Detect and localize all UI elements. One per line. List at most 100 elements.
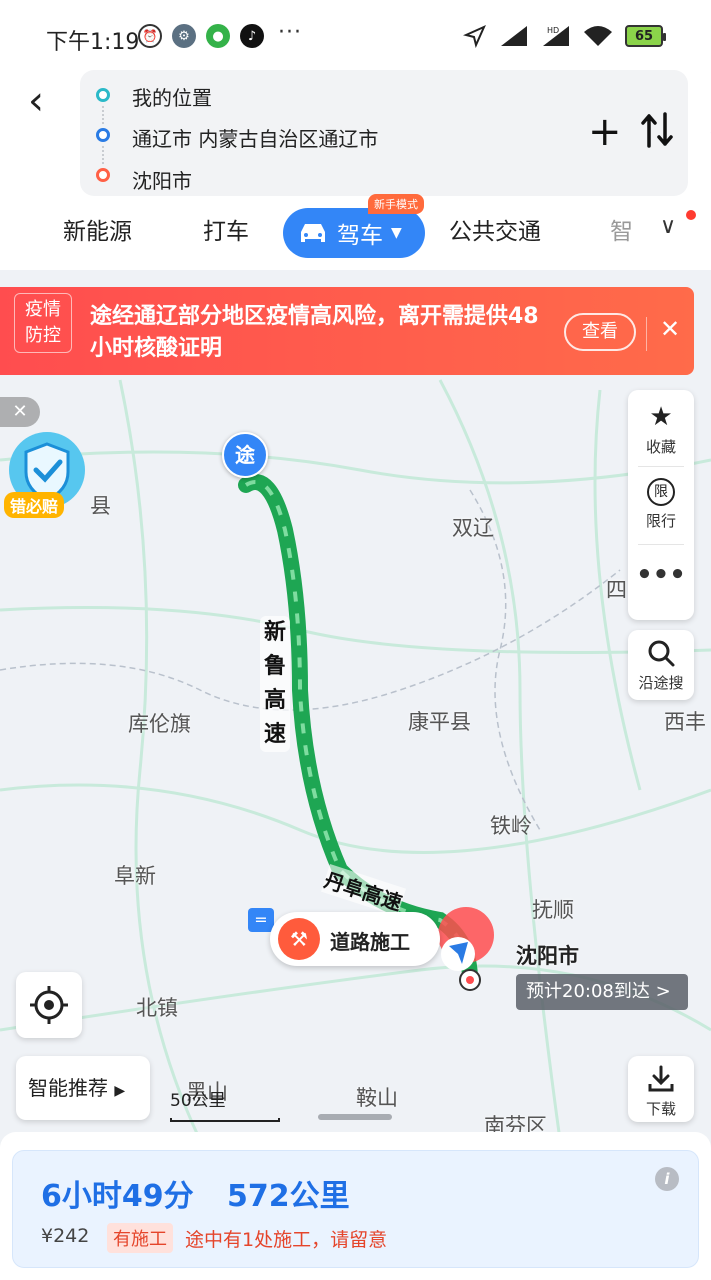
epidemic-tag-line: 疫情 (25, 299, 61, 320)
divider (638, 544, 684, 545)
car-icon (301, 224, 325, 242)
search-icon (648, 640, 675, 667)
close-icon[interactable]: ✕ (0, 397, 40, 427)
city-label: 铁岭 (490, 814, 532, 838)
transport-tabs: 新能源 打车 驾车 ▼ 新手模式 公共交通 智 ∨ (0, 194, 711, 262)
city-label: 西丰 (664, 710, 706, 734)
tab-new-energy[interactable]: 新能源 (63, 212, 132, 246)
status-time: 下午1:19 (46, 30, 140, 55)
destination-field[interactable]: 沈阳市 (132, 165, 192, 194)
info-icon[interactable]: i (655, 1167, 679, 1191)
city-label-destination: 沈阳市 (516, 944, 579, 968)
city-label: 双辽 (452, 516, 494, 540)
caret-right-icon: ▶ (114, 1083, 126, 1099)
toll-price: ¥242 (41, 1225, 90, 1247)
wifi-icon (584, 26, 612, 46)
route-header: ‹ 我的位置 通辽市 内蒙古自治区通辽市 沈阳市 + 新能源 打车 驾车 ▼ 新… (0, 60, 711, 270)
origin-dot-icon (96, 88, 110, 102)
close-icon[interactable]: ✕ (660, 315, 680, 343)
add-waypoint-button[interactable]: + (588, 112, 622, 152)
download-icon (648, 1065, 674, 1092)
guarantee-label: 错必赔 (4, 492, 65, 518)
city-label: 抚顺 (532, 898, 574, 922)
status-more-icon: ··· (278, 20, 302, 45)
origin-field[interactable]: 我的位置 (132, 82, 212, 111)
wechat-icon: ● (206, 24, 230, 48)
download-label: 下载 (645, 1100, 676, 1118)
city-label: 鞍山 (356, 1086, 398, 1110)
city-label: 库伦旗 (128, 712, 191, 736)
divider (638, 466, 684, 467)
crosshair-icon (30, 986, 68, 1024)
epidemic-tag-line: 防控 (25, 325, 61, 346)
waypoint-dot-icon (96, 128, 110, 142)
restriction-button[interactable]: 限 限行 (628, 478, 694, 531)
restriction-icon: 限 (647, 478, 675, 506)
tab-drive-label: 驾车 (337, 223, 383, 249)
epidemic-alert-banner: 疫情 防控 途经通辽部分地区疫情高风险，离开需提供48小时核酸证明 查看 ✕ (0, 287, 694, 375)
construction-warning: 途中有1处施工，请留意 (185, 1229, 388, 1251)
back-button[interactable]: ‹ (28, 81, 64, 122)
traffic-info-icon[interactable]: = (248, 908, 274, 932)
novice-mode-badge: 新手模式 (368, 194, 424, 214)
smart-recommend-button[interactable]: 智能推荐 ▶ (16, 1056, 150, 1120)
status-right-icons: HD 65 (463, 24, 666, 48)
route-duration: 6小时49分 (41, 1179, 194, 1214)
route-distance: 572公里 (227, 1179, 350, 1214)
tab-taxi[interactable]: 打车 (203, 212, 249, 246)
location-arrow-icon (463, 25, 486, 48)
city-label: 四 (606, 578, 627, 602)
map-scale-bar (170, 1118, 280, 1122)
favorite-button[interactable]: ★ 收藏 (628, 402, 694, 457)
route-connector (102, 146, 104, 164)
construction-marker[interactable]: ⚒ 道路施工 (270, 912, 440, 966)
status-notification-icons: ⏰ ⚙ ● ♪ (138, 24, 264, 48)
locate-button[interactable] (16, 972, 82, 1038)
construction-tag: 有施工 (107, 1223, 173, 1253)
settings-app-icon: ⚙ (172, 24, 196, 48)
route-inputs: 我的位置 通辽市 内蒙古自治区通辽市 沈阳市 + (80, 70, 711, 196)
divider (646, 317, 647, 351)
drag-handle[interactable] (318, 1114, 392, 1120)
destination-dot-icon (96, 168, 110, 182)
eta-label[interactable]: 预计20:08到达 > (516, 974, 688, 1010)
city-label: 康平县 (408, 710, 471, 734)
search-along-label: 沿途搜 (638, 674, 684, 692)
map-scale-label: 50公里 (170, 1091, 226, 1111)
tab-more-partial[interactable]: 智 (610, 212, 633, 246)
signal-icon (501, 26, 527, 46)
city-label: 县 (90, 494, 111, 518)
navigation-arrow-icon (441, 937, 475, 971)
city-label: 阜新 (114, 864, 156, 888)
city-label: 北镇 (136, 996, 178, 1020)
caret-down-icon: ▼ (391, 225, 402, 241)
favorite-label: 收藏 (645, 438, 676, 456)
notification-dot (686, 210, 696, 220)
alert-view-button[interactable]: 查看 (564, 313, 636, 351)
offline-download-button[interactable]: 下载 (628, 1056, 694, 1122)
restriction-label: 限行 (645, 512, 676, 530)
smart-recommend-label: 智能推荐 (28, 1076, 108, 1100)
waypoint-field[interactable]: 通辽市 内蒙古自治区通辽市 (132, 123, 378, 152)
route-connector (102, 106, 104, 124)
alarm-icon: ⏰ (138, 24, 162, 48)
swap-route-icon[interactable] (640, 110, 674, 150)
tiktok-icon: ♪ (240, 24, 264, 48)
epidemic-tag: 疫情 防控 (14, 293, 72, 353)
star-icon: ★ (649, 402, 673, 432)
construction-worker-icon: ⚒ (278, 918, 320, 960)
construction-label: 道路施工 (330, 930, 410, 954)
signal-hd-icon: HD (543, 26, 569, 46)
svg-text:HD: HD (547, 26, 559, 35)
route-summary-sheet: 6小时49分 572公里 i ¥242 有施工 途中有1处施工，请留意 (0, 1132, 711, 1280)
tab-drive[interactable]: 驾车 ▼ (283, 208, 425, 258)
search-along-button[interactable]: 沿途搜 (628, 630, 694, 700)
waypoint-marker[interactable]: 途 (222, 432, 268, 478)
map-tools-panel: ★ 收藏 限 限行 ••• (628, 390, 694, 620)
more-options-icon[interactable]: ••• (628, 560, 694, 590)
chevron-down-icon[interactable]: ∨ (660, 214, 676, 239)
battery-indicator: 65 (625, 25, 666, 47)
route-summary-card[interactable]: 6小时49分 572公里 i ¥242 有施工 途中有1处施工，请留意 (12, 1150, 699, 1268)
tab-transit[interactable]: 公共交通 (449, 212, 541, 246)
alert-message: 途经通辽部分地区疫情高风险，离开需提供48小时核酸证明 (90, 304, 539, 361)
